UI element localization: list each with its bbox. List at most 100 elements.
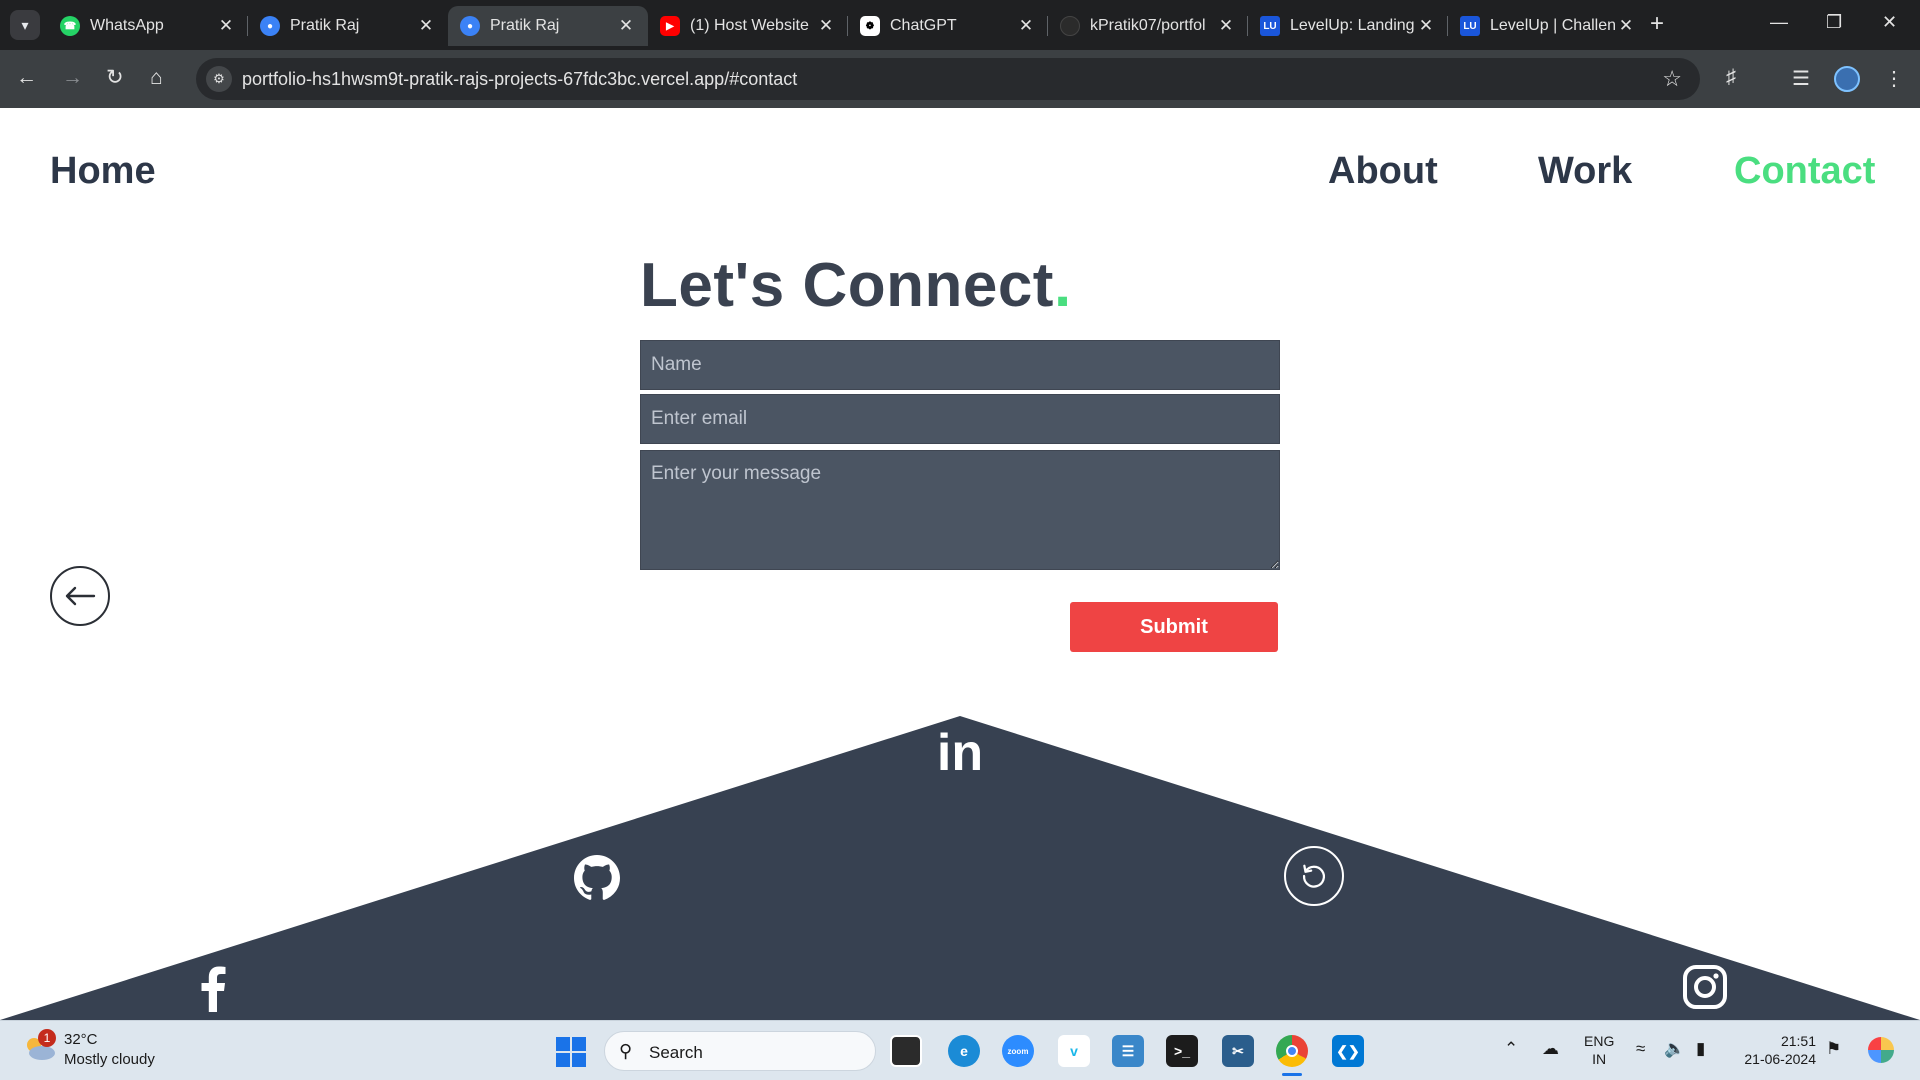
tab-title: ChatGPT — [890, 17, 957, 34]
chatgpt-icon: ❁ — [860, 16, 880, 36]
nav-home[interactable]: Home — [50, 150, 156, 193]
notification-bell-icon[interactable]: ⚑ — [1826, 1039, 1841, 1059]
copilot-icon[interactable] — [1868, 1037, 1894, 1063]
weather-badge: 1 — [38, 1029, 56, 1047]
submit-button[interactable]: Submit — [1070, 602, 1278, 652]
heading-accent-dot: . — [1053, 251, 1072, 320]
address-bar[interactable]: ⚙ portfolio-hs1hwsm9t-pratik-rajs-projec… — [196, 58, 1700, 100]
language-code: ENG — [1584, 1033, 1615, 1049]
zoom-icon[interactable]: zoom — [1002, 1035, 1034, 1067]
extensions-icon[interactable]: ♯ — [1726, 66, 1736, 89]
close-icon[interactable]: ✕ — [416, 16, 436, 36]
user-icon: ● — [460, 16, 480, 36]
home-icon[interactable]: ⌂ — [150, 66, 163, 90]
language-indicator[interactable]: ENG IN — [1584, 1032, 1614, 1068]
github-icon[interactable] — [573, 854, 621, 902]
task-view-icon[interactable] — [890, 1035, 922, 1067]
volume-icon[interactable]: 🔈 — [1664, 1039, 1685, 1059]
refresh-icon[interactable] — [1284, 846, 1344, 906]
back-arrow-icon[interactable]: ← — [16, 66, 37, 90]
portfolio-page: Home About Work Contact Let's Connect. S… — [0, 108, 1920, 1020]
chevron-down-icon: ▾ — [21, 16, 29, 33]
media-controls-icon[interactable]: ☰ — [1792, 66, 1810, 91]
taskbar-search[interactable]: ⚲ Search — [604, 1031, 876, 1071]
back-button[interactable] — [50, 566, 110, 626]
facebook-icon[interactable] — [196, 964, 230, 1014]
windows-taskbar: 1 32°C Mostly cloudy ⚲ Search e zoom v ☰… — [0, 1020, 1920, 1080]
notepad-icon[interactable]: ☰ — [1112, 1035, 1144, 1067]
close-icon[interactable]: ✕ — [1216, 16, 1236, 36]
browser-toolbar: ← → ↻ ⌂ ⚙ portfolio-hs1hwsm9t-pratik-raj… — [0, 50, 1920, 108]
menu-dots-icon[interactable]: ⋮ — [1884, 66, 1904, 91]
clock-date: 21-06-2024 — [1744, 1051, 1816, 1067]
profile-avatar[interactable] — [1834, 66, 1860, 92]
whatsapp-icon: ☎ — [60, 16, 80, 36]
vscode-icon[interactable]: ❮❯ — [1332, 1035, 1364, 1067]
vimeo-icon[interactable]: v — [1058, 1035, 1090, 1067]
tab-chatgpt[interactable]: ❁ ChatGPT ✕ — [848, 6, 1048, 46]
refresh-glyph — [1302, 864, 1326, 888]
tab-github[interactable]: kPratik07/portfol ✕ — [1048, 6, 1248, 46]
clock[interactable]: 21:51 21-06-2024 — [1738, 1032, 1816, 1068]
region-code: IN — [1592, 1051, 1607, 1067]
wifi-icon[interactable]: ≈ — [1636, 1039, 1645, 1059]
close-icon[interactable]: ✕ — [216, 16, 236, 36]
name-input[interactable] — [640, 340, 1280, 390]
tab-title: (1) Host Website — [690, 17, 809, 34]
tab-list: ☎ WhatsApp ✕ ● Pratik Raj ✕ ● Pratik Raj… — [48, 6, 1648, 46]
tab-title: LevelUp: Landing — [1290, 17, 1415, 34]
tab-levelup-landing[interactable]: LU LevelUp: Landing ✕ — [1248, 6, 1448, 46]
reload-icon[interactable]: ↻ — [106, 66, 124, 90]
battery-icon[interactable]: ▮ — [1696, 1039, 1705, 1059]
edge-icon[interactable]: e — [948, 1035, 980, 1067]
tab-youtube[interactable]: ▶ (1) Host Website ✕ — [648, 6, 848, 46]
tab-title: Pratik Raj — [290, 17, 360, 34]
onedrive-icon[interactable]: ☁ — [1542, 1039, 1559, 1059]
tab-title: LevelUp | Challen — [1490, 17, 1616, 34]
tab-title: WhatsApp — [90, 17, 164, 34]
tab-whatsapp[interactable]: ☎ WhatsApp ✕ — [48, 6, 248, 46]
tab-title: Pratik Raj — [490, 17, 560, 34]
chevron-up-icon[interactable]: ⌃ — [1504, 1039, 1518, 1059]
close-icon[interactable]: ✕ — [1416, 16, 1436, 36]
close-icon[interactable]: ✕ — [1016, 16, 1036, 36]
levelup-icon: LU — [1260, 16, 1280, 36]
snipping-tool-icon[interactable]: ✂ — [1222, 1035, 1254, 1067]
tab-pratik-raj-active[interactable]: ● Pratik Raj ✕ — [448, 6, 648, 46]
new-tab-button[interactable]: + — [1650, 12, 1664, 36]
forward-arrow-icon[interactable]: → — [62, 66, 83, 90]
site-info-icon[interactable]: ⚙ — [206, 66, 232, 92]
tab-levelup-challenge[interactable]: LU LevelUp | Challen ✕ — [1448, 6, 1648, 46]
linkedin-logo-text: in — [936, 724, 984, 782]
message-textarea[interactable] — [640, 450, 1280, 570]
instagram-logo — [1683, 965, 1727, 1009]
nav-about[interactable]: About — [1328, 150, 1438, 193]
facebook-logo — [201, 966, 226, 1012]
url-text[interactable]: portfolio-hs1hwsm9t-pratik-rajs-projects… — [242, 69, 797, 90]
bookmark-star-icon[interactable]: ☆ — [1662, 66, 1682, 92]
tab-title: kPratik07/portfol — [1090, 17, 1206, 34]
close-icon[interactable]: ✕ — [816, 16, 836, 36]
restore-icon[interactable]: ❐ — [1826, 12, 1842, 33]
email-input[interactable] — [640, 394, 1280, 444]
chrome-active-indicator — [1282, 1073, 1302, 1076]
clock-time: 21:51 — [1780, 1033, 1816, 1049]
search-label: Search — [649, 1043, 703, 1062]
close-icon[interactable]: ✕ — [616, 16, 636, 36]
chrome-center — [1286, 1045, 1298, 1057]
heading-text: Let's Connect — [640, 251, 1054, 320]
linkedin-icon[interactable]: in — [935, 724, 985, 782]
nav-contact[interactable]: Contact — [1734, 150, 1875, 193]
tab-pratik-raj[interactable]: ● Pratik Raj ✕ — [248, 6, 448, 46]
contact-heading: Let's Connect. — [640, 250, 1072, 321]
tab-search-button[interactable]: ▾ — [10, 10, 40, 40]
nav-work[interactable]: Work — [1538, 150, 1632, 193]
close-icon[interactable]: ✕ — [1616, 16, 1636, 36]
minimize-icon[interactable]: — — [1770, 12, 1788, 33]
github-logo — [574, 855, 620, 900]
chrome-icon[interactable] — [1276, 1035, 1308, 1067]
window-close-icon[interactable]: ✕ — [1882, 12, 1897, 33]
instagram-icon[interactable] — [1680, 962, 1730, 1012]
terminal-icon[interactable]: >_ — [1166, 1035, 1198, 1067]
windows-start-button[interactable] — [556, 1037, 586, 1067]
